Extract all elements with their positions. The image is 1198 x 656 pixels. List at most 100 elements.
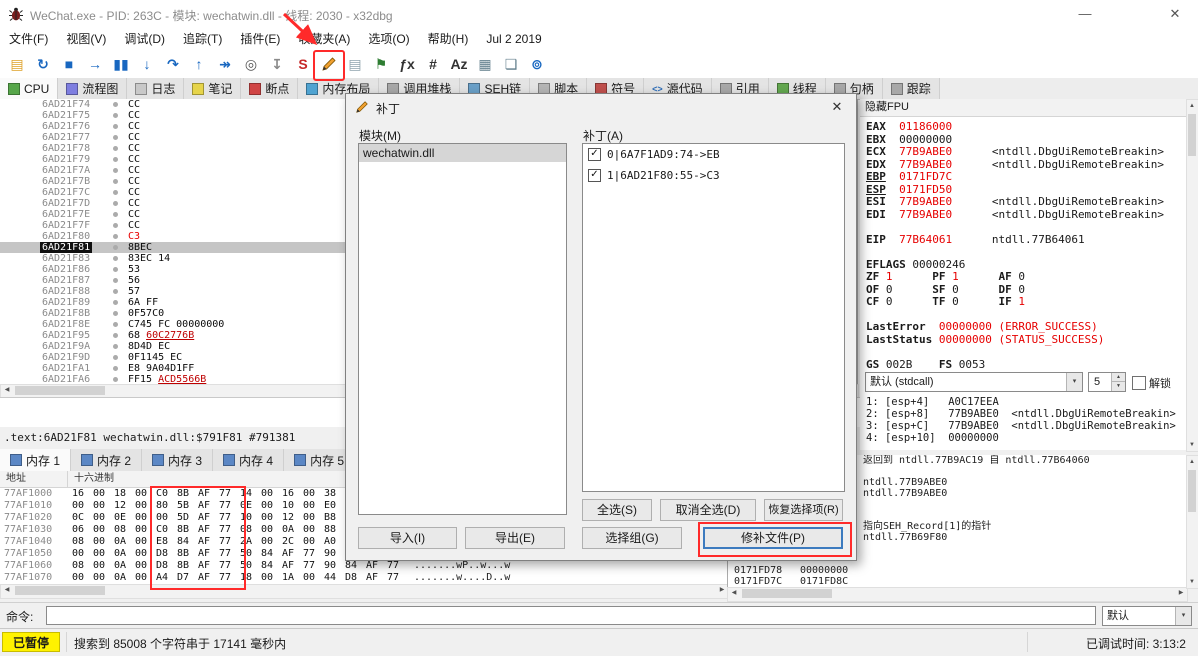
patch-file-button[interactable]: 修补文件(P) (703, 527, 843, 549)
patch-checkbox[interactable]: ✓ (588, 169, 601, 183)
dump-horizontal-scrollbar[interactable]: ◀ ▶ (0, 584, 729, 599)
argument-count-stepper[interactable]: 5 ▲ ▼ (1088, 372, 1126, 392)
breakpoint-dot[interactable] (113, 278, 118, 283)
menu-item-build-date[interactable]: Jul 2 2019 (477, 28, 550, 50)
register-line[interactable]: CF 0 TF 0 IF 1 (866, 295, 1164, 309)
scrollbar-thumb[interactable] (15, 586, 105, 595)
assemble-icon[interactable]: S (290, 51, 316, 77)
breakpoint-dot[interactable] (113, 190, 118, 195)
breakpoint-dot[interactable] (113, 344, 118, 349)
tab-breakpoints[interactable]: 断点 (241, 78, 299, 99)
scroll-left-icon[interactable]: ◀ (1, 385, 13, 396)
breakpoint-dot[interactable] (113, 366, 118, 371)
dump-row[interactable]: 77AF1070 00 00 0A 00 A4 D7 AF 77 18 00 1A 00 44 D8 AF 77… (0, 572, 727, 584)
select-group-button[interactable]: 选择组(G) (582, 527, 682, 549)
menu-item-file[interactable]: 文件(F) (0, 28, 57, 50)
breakpoint-dot[interactable] (113, 157, 118, 162)
register-line[interactable]: EIP 77B64061 ntdll.77B64061 (866, 233, 1164, 247)
argument-line[interactable]: 4: [esp+10] 00000000 (866, 432, 1176, 444)
breakpoint-dot[interactable] (113, 102, 118, 107)
menu-item-trace[interactable]: 追踪(T) (174, 28, 231, 50)
scroll-up-icon[interactable]: ▲ (1187, 100, 1197, 112)
trace-into-icon[interactable]: ↧ (264, 51, 290, 77)
patch-checkbox[interactable]: ✓ (588, 148, 601, 162)
argument-line[interactable]: 1: [esp+4] A0C17EEA (866, 396, 1176, 408)
preferences-fx-icon[interactable]: ƒx (394, 51, 420, 77)
modules-listbox[interactable]: wechatwin.dll (358, 143, 567, 515)
module-item[interactable]: wechatwin.dll (359, 144, 566, 162)
menu-item-view[interactable]: 视图(V) (57, 28, 115, 50)
select-all-button[interactable]: 全选(S) (582, 499, 652, 521)
menu-item-debug[interactable]: 调试(D) (115, 28, 174, 50)
command-input[interactable] (46, 606, 1096, 625)
pause-icon[interactable]: ▮▮ (108, 51, 134, 77)
breakpoint-dot[interactable] (113, 256, 118, 261)
scroll-left-icon[interactable]: ◀ (1, 585, 13, 596)
patch-item[interactable]: ✓ 0|6A7F1AD9:74->EB (583, 144, 844, 165)
patches-listbox[interactable]: ✓ 0|6A7F1AD9:74->EB ✓ 1|6AD21F80:55->C3 (582, 143, 845, 492)
execute-till-return-icon[interactable]: ↑ (186, 51, 212, 77)
patch-dialog-titlebar[interactable]: 补丁 ✕ (346, 94, 856, 120)
breakpoint-dot[interactable] (113, 135, 118, 140)
stack-horizontal-scrollbar[interactable]: ◀ ▶ (727, 587, 1188, 602)
command-profile-select[interactable]: 默认 ▾ (1102, 606, 1192, 626)
stack-row[interactable]: 0171FD7C 0171FD8C (728, 576, 1187, 587)
dump-row[interactable]: 77AF1060 08 00 0A 00 D8 8B AF 77 50 84 AF 77 90 84 AF 77… (0, 560, 727, 572)
breakpoint-dot[interactable] (113, 333, 118, 338)
breakpoint-dot[interactable] (113, 212, 118, 217)
breakpoint-dot[interactable] (113, 267, 118, 272)
menu-item-favourites[interactable]: 收藏夹(A) (289, 28, 359, 50)
breakpoint-dot[interactable] (113, 201, 118, 206)
dump-tab-4[interactable]: 内存 4 (213, 449, 285, 471)
scrollbar-thumb[interactable] (1188, 470, 1196, 512)
scroll-right-icon[interactable]: ▶ (1175, 588, 1187, 599)
breakpoint-dot[interactable] (113, 234, 118, 239)
step-over-icon[interactable]: ↷ (160, 51, 186, 77)
breakpoint-dot[interactable] (113, 124, 118, 129)
import-button[interactable]: 导入(I) (358, 527, 457, 549)
animate-icon[interactable]: ◎ (238, 51, 264, 77)
step-into-icon[interactable]: ↓ (134, 51, 160, 77)
restart-icon[interactable]: ↻ (30, 51, 56, 77)
breakpoint-dot[interactable] (113, 113, 118, 118)
registers-vertical-scrollbar[interactable]: ▲ ▼ (1186, 99, 1198, 452)
register-line[interactable]: LastStatus 00000000 (STATUS_SUCCESS) (866, 333, 1164, 347)
chevron-down-icon[interactable]: ▾ (1066, 373, 1082, 391)
scroll-down-icon[interactable]: ▼ (1187, 439, 1197, 451)
deselect-all-button[interactable]: 取消全选(D) (660, 499, 756, 521)
calculator-icon[interactable]: ▦ (472, 51, 498, 77)
dump-tab-1[interactable]: 内存 1 (0, 449, 72, 471)
register-line[interactable]: EDI 77B9ABE0 <ntdll.DbgUiRemoteBreakin> (866, 208, 1164, 222)
minimize-button[interactable]: — (1062, 0, 1108, 28)
register-line[interactable]: GS 002B FS 0053 (866, 358, 1164, 372)
stop-icon[interactable]: ■ (56, 51, 82, 77)
hide-fpu-button[interactable]: 隐藏FPU (860, 99, 1186, 117)
argument-line[interactable]: 2: [esp+8] 77B9ABE0 <ntdll.DbgUiRemoteBr… (866, 408, 1176, 420)
menu-item-options[interactable]: 选项(O) (359, 28, 418, 50)
dump-tab-2[interactable]: 内存 2 (71, 449, 143, 471)
tab-notes[interactable]: 笔记 (184, 78, 242, 99)
patch-icon[interactable] (316, 51, 342, 77)
dialog-close-button[interactable]: ✕ (818, 94, 856, 120)
case-az-icon[interactable]: Az (446, 51, 472, 77)
breakpoint-dot[interactable] (113, 322, 118, 327)
open-file-icon[interactable]: ▤ (4, 51, 30, 77)
stack-row[interactable]: 0171FD78 00000000 (728, 565, 1187, 576)
scrollbar-thumb[interactable] (1188, 114, 1196, 156)
tab-cpu[interactable]: CPU (0, 78, 59, 99)
breakpoint-dot[interactable] (113, 168, 118, 173)
tab-log[interactable]: 日志 (127, 78, 185, 99)
breakpoint-dot[interactable] (113, 355, 118, 360)
menu-item-help[interactable]: 帮助(H) (419, 28, 478, 50)
breakpoint-dot[interactable] (113, 146, 118, 151)
tab-trace[interactable]: 跟踪 (882, 78, 940, 99)
chevron-down-icon[interactable]: ▾ (1175, 607, 1191, 625)
scroll-down-icon[interactable]: ▼ (1187, 576, 1197, 588)
breakpoint-dot[interactable] (113, 223, 118, 228)
unlock-checkbox[interactable] (1132, 376, 1146, 390)
scrollbar-thumb[interactable] (15, 386, 105, 395)
scrollbar-thumb[interactable] (742, 589, 832, 598)
attach-window-icon[interactable]: ❏ (498, 51, 524, 77)
calling-convention-select[interactable]: 默认 (stdcall) ▾ (865, 372, 1083, 392)
scroll-up-icon[interactable]: ▲ (1187, 456, 1197, 468)
